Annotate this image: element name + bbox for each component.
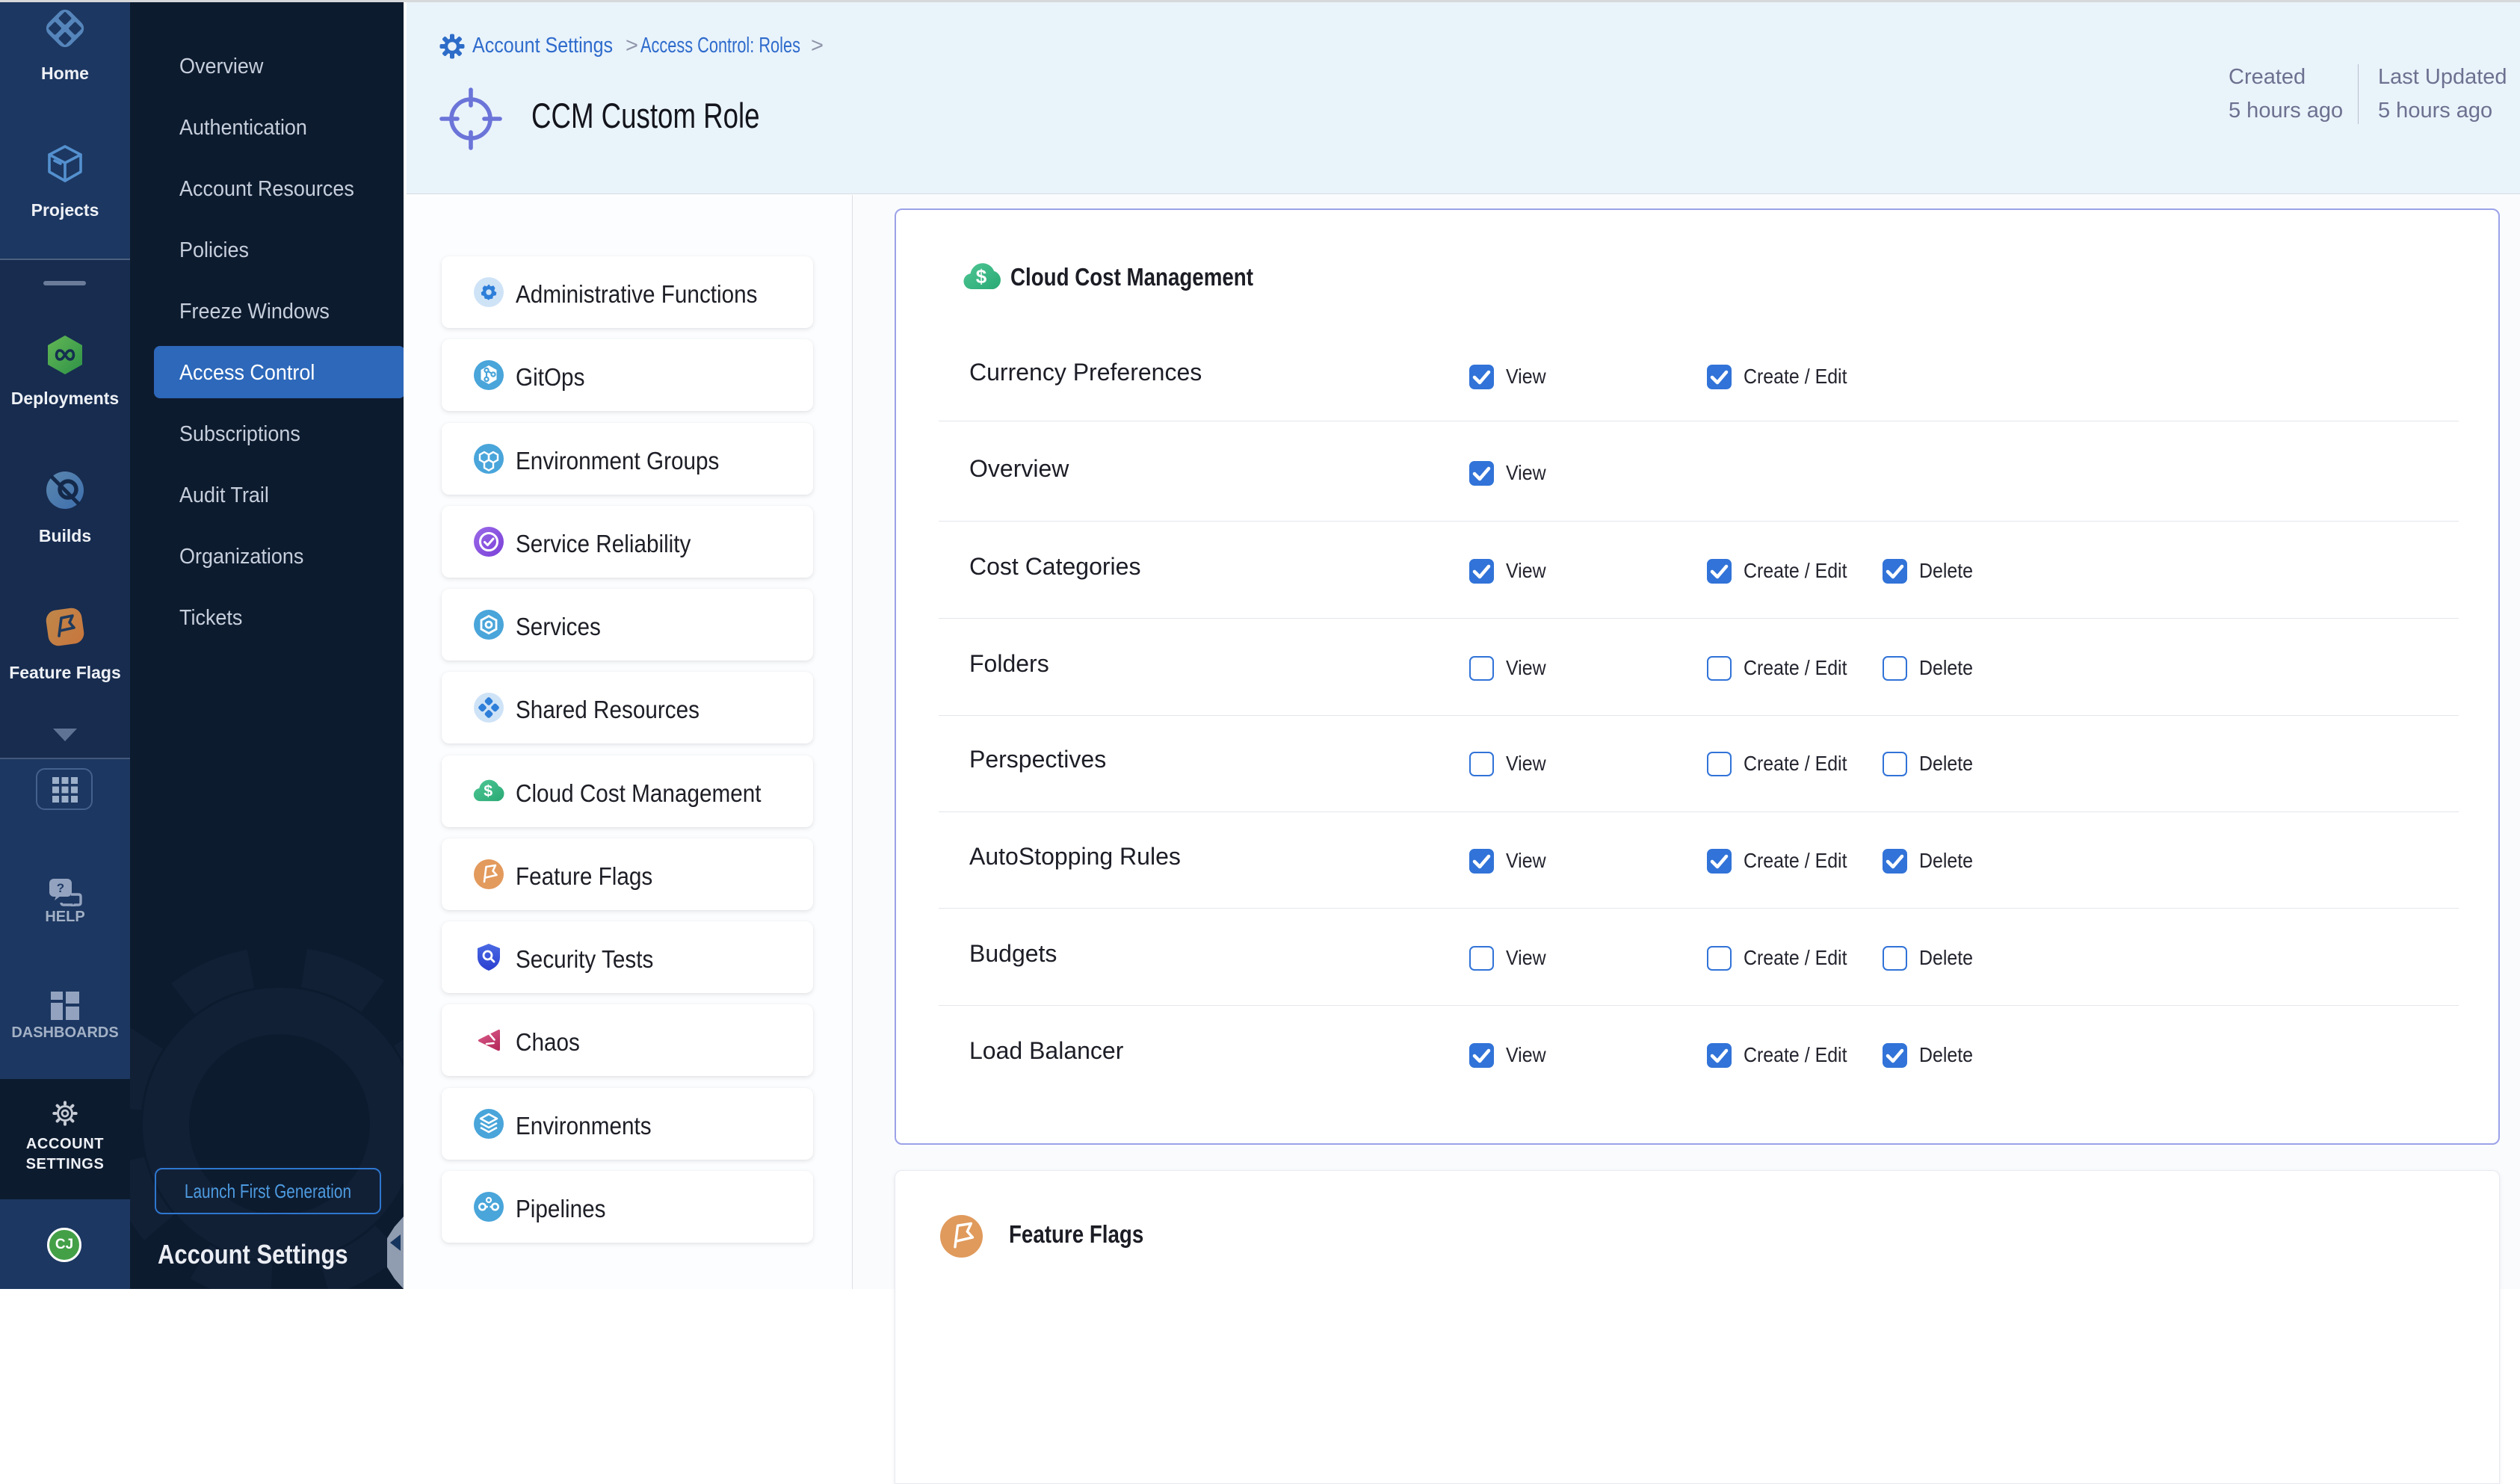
svg-text:?: ? (57, 881, 64, 895)
svg-text:$: $ (484, 782, 492, 800)
svg-text:$: $ (976, 265, 987, 288)
